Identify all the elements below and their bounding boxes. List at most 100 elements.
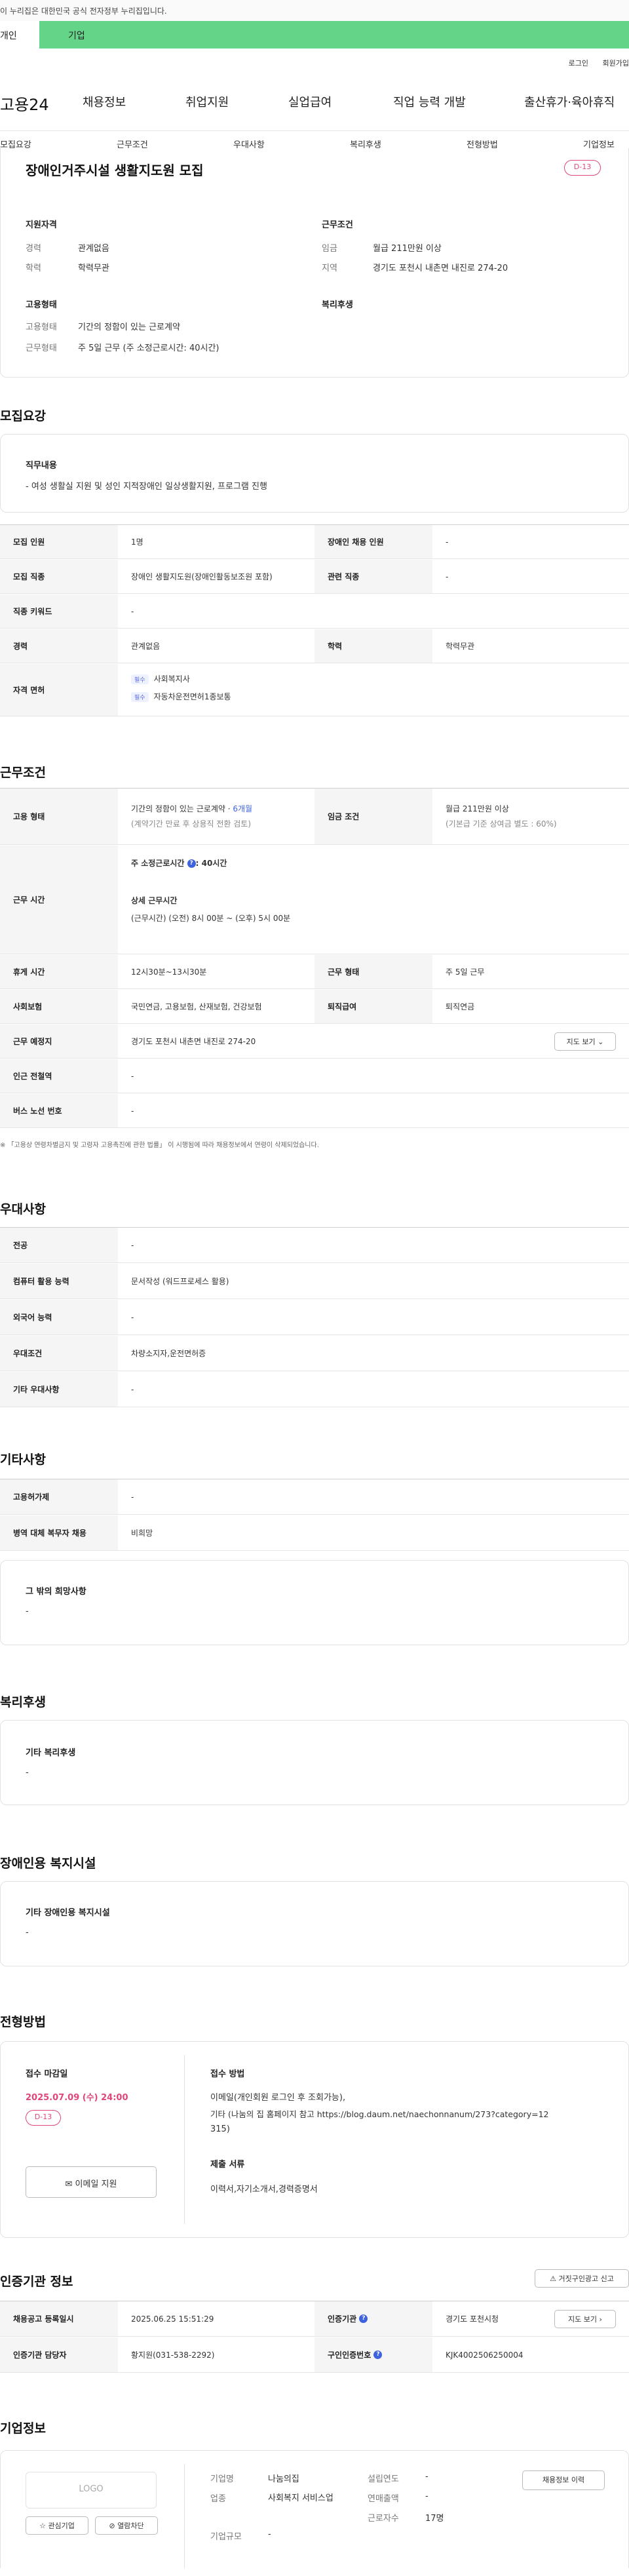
table-row: 고용허가제 - <box>0 1479 629 1515</box>
info-icon[interactable]: ? <box>373 2351 383 2359</box>
nav-unemployment-benefit[interactable]: 실업급여 <box>288 93 332 110</box>
user-type-tabs: 개인 기업 <box>0 21 629 49</box>
process-card: 접수 마감일 2025.07.09 (수) 24:00 D-13 ✉ 이메일 지… <box>0 2041 629 2238</box>
row-value: 국민연금, 고용보험, 산재보험, 건강보험 <box>131 1002 262 1011</box>
job-history-button[interactable]: 채용정보 이력 <box>522 2470 605 2490</box>
login-link[interactable]: 로그인 <box>569 59 588 68</box>
deadline-value: 2025.07.09 (수) 24:00 <box>26 2093 128 2103</box>
map-view-button[interactable]: 지도 보기 ⌄ <box>554 1032 616 1051</box>
tab-personal[interactable]: 개인 <box>0 21 39 49</box>
docs-value: 이력서,자기소개서,경력증명서 <box>210 2185 318 2195</box>
work-type-label: 근무형태 <box>26 343 57 353</box>
row-value: - <box>131 606 134 616</box>
method-line-1: 이메일(개인회원 로그인 후 조회가능), <box>210 2093 346 2103</box>
row-value: 주 5일 근무 <box>446 967 485 977</box>
row-header: 근무 형태 <box>314 955 432 988</box>
row-header: 직종 키워드 <box>0 595 118 628</box>
row-header: 버스 노선 번호 <box>0 1094 118 1127</box>
row-header: 학력 <box>314 629 432 663</box>
row-value: 경기도 포천시청 <box>446 2314 499 2324</box>
company-name-label: 기업명 <box>210 2474 234 2484</box>
company-card: LOGO ☆ 관심기업 ⊘ 열람차단 기업명 나눔의집 업종 사회복지 서비스업… <box>0 2450 629 2568</box>
career-label: 경력 <box>26 244 41 254</box>
region-value: 경기도 포천시 내촌면 내진로 274-20 <box>373 263 508 273</box>
nav-parental-leave[interactable]: 출산휴가·육아휴직 <box>524 93 615 110</box>
block-view-button[interactable]: ⊘ 열람차단 <box>95 2516 158 2535</box>
nav-jobs[interactable]: 채용정보 <box>83 93 126 110</box>
wage-note: (기본급 기준 상여금 별도 : 60%) <box>446 819 557 829</box>
info-icon[interactable]: ? <box>359 2314 368 2323</box>
deadline-heading: 접수 마감일 <box>26 2069 68 2079</box>
revenue-value: - <box>425 2491 429 2501</box>
cert-name: 사회복지사 <box>153 674 190 684</box>
age-notice: ※ 「고용상 연령차별금지 및 고령자 고용촉진에 관한 법률」 이 시행됨에 … <box>0 1142 319 1149</box>
required-badge: 필수 <box>131 692 149 702</box>
contract-period: 6개월 <box>233 804 253 813</box>
chevron-right-icon: › <box>599 2315 602 2324</box>
facility-section-title: 장애인용 복지시설 <box>0 1856 96 1871</box>
etc-section-title: 기타사항 <box>0 1453 46 1467</box>
career-value: 관계없음 <box>78 244 109 254</box>
industry-value: 사회복지 서비스업 <box>268 2493 334 2503</box>
hope-heading: 그 밖의 희망사항 <box>26 1587 86 1597</box>
join-link[interactable]: 회원가입 <box>603 59 629 68</box>
email-apply-button[interactable]: ✉ 이메일 지원 <box>26 2166 157 2198</box>
employees-value: 17명 <box>425 2514 444 2524</box>
row-header: 근무 시간 <box>0 846 118 954</box>
gov-banner: 이 누리집은 대한민국 공식 전자정부 누리집입니다. <box>0 0 629 21</box>
row-header: 자격 면허 <box>0 664 118 716</box>
method-line-2: 기타 (나눔의 집 홈페이지 참고 https://blog.daum.net/… <box>210 2109 549 2119</box>
duty-content: - 여성 생활실 지원 및 성인 지적장애인 일상생활지원, 프로그램 진행 <box>26 482 267 492</box>
row-value: 관계없음 <box>131 642 161 651</box>
mail-icon: ✉ <box>65 2179 73 2189</box>
row-value: 비희망 <box>131 1529 153 1538</box>
table-row: 근무 시간 주 소정근로시간 ?: 40시간 상세 근무시간 (근무시간) (오… <box>0 846 629 954</box>
nav-employment-support[interactable]: 취업지원 <box>185 93 229 110</box>
nav-job-training[interactable]: 직업 능력 개발 <box>393 93 466 110</box>
table-row: 모집 인원 1명 장애인 채용 인원 - <box>0 525 629 559</box>
region-label: 지역 <box>322 263 337 273</box>
row-header: 기타 우대사항 <box>0 1372 118 1407</box>
row-header: 구인인증번호 <box>328 2351 372 2360</box>
report-false-ad-button[interactable]: ⚠ 거짓구인광고 신고 <box>535 2269 629 2288</box>
wage-amount: 월급 211만원 이상 <box>446 804 509 813</box>
table-row: 외국어 능력 - <box>0 1300 629 1335</box>
row-value: - <box>131 1384 134 1394</box>
row-value: - <box>131 1240 134 1250</box>
employment-type-value: 기간의 정함이 있는 근로계약 <box>78 322 180 332</box>
row-value: 12시30분~13시30분 <box>131 967 207 977</box>
chevron-down-icon: ⌄ <box>598 1038 604 1046</box>
education-label: 학력 <box>26 263 41 273</box>
row-value: 경기도 포천시 내촌면 내진로 274-20 <box>131 1037 256 1046</box>
row-header: 고용 형태 <box>0 789 118 844</box>
row-header: 경력 <box>0 629 118 663</box>
tab-company[interactable]: 기업 <box>39 21 629 49</box>
company-logo: LOGO <box>26 2472 157 2508</box>
favorite-company-button[interactable]: ☆ 관심기업 <box>26 2516 88 2535</box>
welfare-other-value: - <box>26 1768 29 1778</box>
founded-label: 설립연도 <box>368 2474 399 2484</box>
info-icon[interactable]: ? <box>187 859 196 868</box>
wage-value: 월급 211만원 이상 <box>373 244 442 254</box>
company-size-value: - <box>268 2529 271 2539</box>
cert-name: 자동차운전면허1종보통 <box>153 692 231 701</box>
duty-card: 직무내용 - 여성 생활실 지원 및 성인 지적장애인 일상생활지원, 프로그램… <box>0 434 629 513</box>
row-header: 장애인 채용 인원 <box>314 525 432 558</box>
agency-map-button[interactable]: 지도 보기 › <box>554 2310 616 2328</box>
table-row: 경력 관계없음 학력 학력무관 <box>0 629 629 663</box>
table-row: 전공 - <box>0 1228 629 1263</box>
row-value: 장애인 생활지도원(장애인활동보조원 포함) <box>131 572 273 581</box>
row-header: 모집 직종 <box>0 560 118 593</box>
row-value: - <box>131 1312 134 1322</box>
row-value: 차량소지자,운전면허증 <box>131 1349 206 1358</box>
row-header: 외국어 능력 <box>0 1300 118 1335</box>
star-icon: ☆ <box>39 2522 46 2530</box>
row-value: 문서작성 (워드프로세스 활용) <box>131 1277 229 1286</box>
row-header: 인근 전철역 <box>0 1059 118 1093</box>
site-logo[interactable]: 고용24 <box>0 92 49 115</box>
education-value: 학력무관 <box>78 263 109 273</box>
row-header: 근무 예정지 <box>0 1025 118 1058</box>
detail-hours-value: (근무시간) (오전) 8시 00분 ~ (오후) 5시 00분 <box>131 914 291 923</box>
row-value: KJK40025062500​04 <box>446 2350 524 2360</box>
row-header: 고용허가제 <box>0 1479 118 1514</box>
